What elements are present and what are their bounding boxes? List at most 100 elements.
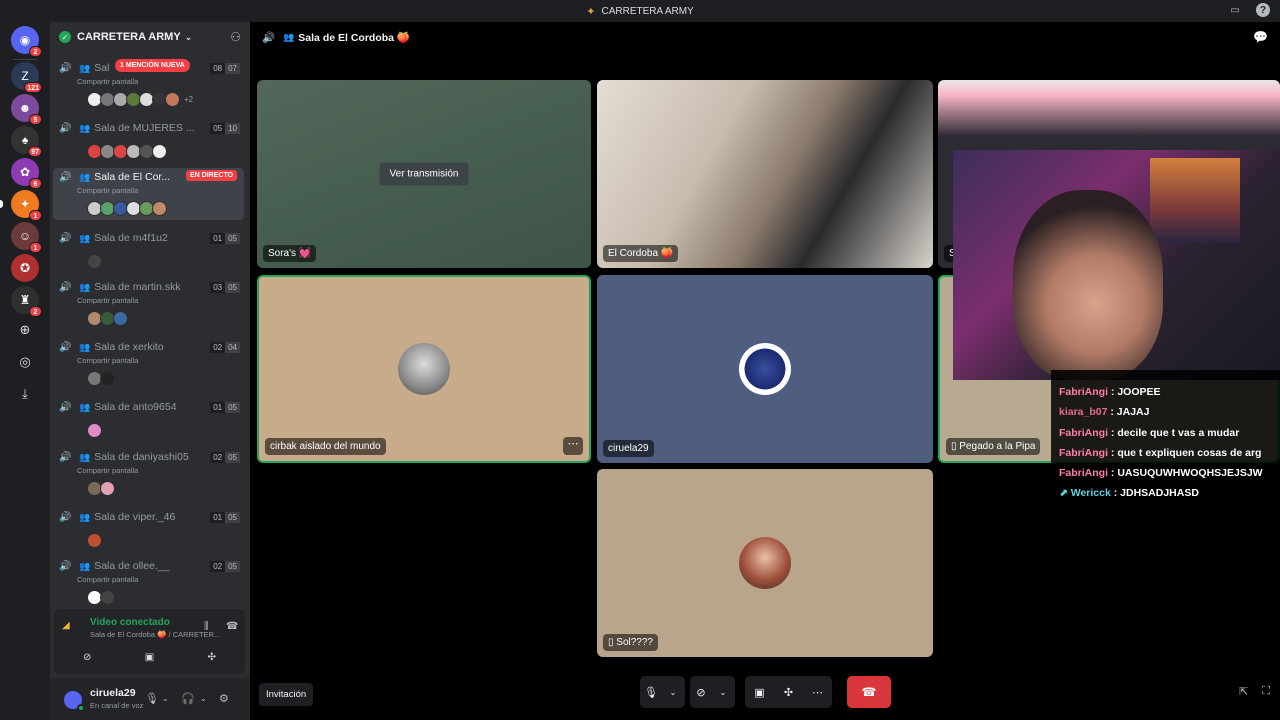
discover-icon[interactable]: ◎: [13, 350, 37, 374]
webcam-overlay: [953, 150, 1280, 380]
speaker-icon: 🔊: [59, 451, 72, 463]
chat-message: kiara_b07 : JAJAJ: [1059, 406, 1150, 419]
call-controls: Invitación 🎙 ⌄ ⊘ ⌄ ▣ ✣ ⋯ ☎ ⇱ ⛶: [250, 672, 1280, 720]
share-screen-icon[interactable]: ▣: [745, 686, 774, 699]
server-icon-active[interactable]: ✦ 1: [0, 190, 42, 221]
popout-icon[interactable]: ⇱: [1239, 685, 1248, 698]
gear-icon[interactable]: ⚙: [219, 692, 229, 705]
speaker-icon: 🔊: [59, 122, 72, 134]
voice-channel[interactable]: 🔊 👥 Sala de m4f1u2 01 05: [53, 229, 244, 269]
voice-tile[interactable]: ciruela29: [597, 275, 933, 463]
speaker-icon: 🔊: [59, 281, 72, 293]
people-icon: 👥: [79, 341, 91, 352]
speaker-icon: 🔊: [59, 401, 72, 413]
voice-status[interactable]: Video conectado: [90, 617, 170, 628]
server-icon[interactable]: ♠ 97: [11, 126, 42, 157]
download-icon[interactable]: ⤓: [13, 382, 37, 406]
username[interactable]: ciruela29: [90, 687, 136, 699]
camera-off-icon[interactable]: ⊘: [690, 686, 712, 699]
mic-control[interactable]: 🎙 ⌄: [640, 676, 685, 708]
voice-channel[interactable]: 🔊 👥 Sala de MUJERES ... 05 10: [53, 119, 244, 159]
server-icon[interactable]: ♜ 2: [11, 286, 42, 317]
hang-up-button[interactable]: ☎: [847, 676, 891, 708]
chevron-down-icon[interactable]: ⌄: [662, 688, 684, 697]
verified-icon: ✓: [59, 31, 71, 43]
microphone-icon[interactable]: 🎙: [640, 686, 662, 699]
camera-off-button[interactable]: ⊘: [58, 647, 116, 667]
chat-icon[interactable]: 💬: [1253, 30, 1268, 44]
channel-name: Sala de viper._46: [94, 511, 176, 523]
voice-channel[interactable]: 🔊 👥 Sala de anto9654 01 05: [53, 398, 244, 438]
tile-label: ciruela29: [603, 440, 654, 457]
chevron-down-icon: ⌄: [184, 31, 193, 42]
title-bar: ✦ CARRETERA ARMY ▭ ?: [0, 0, 1280, 22]
avatar: [152, 200, 167, 216]
invite-button[interactable]: Invitación: [259, 683, 314, 706]
user-count: 03 05: [210, 281, 240, 293]
chevron-down-icon[interactable]: ⌄: [200, 694, 207, 703]
server-rail: ◉ 2 Z 121 ☻ 5 ♠ 97 ✿ 6 ✦ 1 ☺ 1 ✪ ♜ 2 ⊕ ◎ ⤓: [0, 22, 50, 720]
avatar: [113, 310, 128, 326]
server-icon[interactable]: ✪: [11, 254, 39, 282]
share-screen-button[interactable]: ▣: [120, 647, 178, 667]
voice-channel[interactable]: 🔊 👥 Sala de ollee.__ 02 05 Compartir pantall…: [53, 557, 244, 605]
avatar: [87, 532, 102, 548]
voice-channel[interactable]: 🔊 👥 Sala de viper._46 01 05: [53, 508, 244, 548]
camera-control[interactable]: ⊘ ⌄: [690, 676, 735, 708]
activities-button[interactable]: ✣: [183, 647, 241, 667]
server-icon[interactable]: Z 121: [11, 62, 42, 93]
disconnect-icon[interactable]: ☎: [226, 621, 238, 632]
chevron-down-icon[interactable]: ⌄: [162, 694, 169, 703]
voice-channel[interactable]: 🔊 👥 Sala de xerkito 02 04 Compartir pantalla: [53, 338, 244, 386]
mention-badge: 2: [29, 46, 42, 57]
user-count: 01 05: [210, 511, 240, 523]
avatar: [100, 370, 115, 386]
server-header[interactable]: ✓ CARRETERA ARMY ⌄ ⚇: [50, 22, 250, 52]
headphones-icon[interactable]: 🎧: [181, 692, 195, 705]
server-icon[interactable]: ☻ 5: [11, 94, 42, 125]
fullscreen-icon[interactable]: ⛶: [1262, 685, 1270, 698]
add-friend-icon[interactable]: ⚇: [230, 30, 241, 44]
channel-name: Sala de MUJERES ...: [94, 122, 195, 134]
more-options-icon[interactable]: ⋯: [563, 437, 583, 455]
mention-badge: 97: [28, 146, 42, 157]
avatar: [87, 253, 102, 269]
voice-connection-panel: ◢ Video conectado Sala de El Cordoba 🍑 /…: [54, 609, 245, 674]
help-icon[interactable]: ?: [1256, 3, 1270, 17]
video-tile[interactable]: El Cordoba 🍑: [597, 80, 933, 268]
stage-header: 🔊 👥 Sala de El Cordoba 🍑 💬: [250, 22, 1280, 52]
direct-messages-icon[interactable]: ◉ 2: [11, 26, 42, 57]
voice-channel-selected[interactable]: 🔊 👥 Sala de El Cor... EN DIRECTO Compartir…: [53, 168, 244, 220]
speaker-icon: 🔊: [59, 232, 72, 244]
member-avatars: [53, 532, 244, 548]
chat-message: FabriAngi : decile que t vas a mudar: [1059, 426, 1240, 439]
user-count: 02 05: [210, 560, 240, 572]
member-avatars: [53, 200, 244, 216]
server-icon[interactable]: ✿ 6: [11, 158, 42, 189]
voice-location[interactable]: Sala de El Cordoba 🍑 / CARRETER...: [90, 630, 220, 639]
voice-tile[interactable]: cirbak aislado del mundo ⋯: [257, 275, 591, 463]
avatar: [165, 91, 180, 107]
chevron-down-icon[interactable]: ⌄: [712, 688, 734, 697]
voice-channel[interactable]: 🔊 👥 Sala de daniyashi05 02 05 Compartir pant…: [53, 448, 244, 496]
watch-stream-button[interactable]: Ver transmisión: [379, 162, 469, 186]
microphone-icon[interactable]: 🎙: [145, 692, 159, 705]
voice-tile[interactable]: ▯ Sol????: [597, 469, 933, 657]
inbox-icon[interactable]: ▭: [1228, 3, 1242, 17]
activities-icon[interactable]: ✣: [774, 686, 803, 699]
noise-suppression-icon[interactable]: ⫼: [204, 621, 209, 632]
signal-icon[interactable]: ◢: [62, 620, 70, 631]
voice-channel[interactable]: 🔊 👥 Sal 08 07 1 MENCIÓN NUEVA Compartir pant…: [53, 59, 244, 107]
more-icon[interactable]: ⋯: [803, 686, 832, 699]
server-icon[interactable]: ☺ 1: [11, 222, 42, 253]
member-avatars: [53, 422, 244, 438]
speaker-icon: 🔊: [59, 341, 72, 353]
member-avatars: [53, 310, 244, 326]
people-icon: 👥: [79, 511, 91, 522]
voice-channel[interactable]: 🔊 👥 Sala de martin.skk 03 05 Compartir panta…: [53, 278, 244, 326]
people-icon: 👥: [79, 171, 91, 182]
stream-tile[interactable]: Ver transmisión Sora's 💓: [257, 80, 591, 268]
speaker-icon: 🔊: [59, 560, 72, 572]
add-server-icon[interactable]: ⊕: [13, 318, 37, 342]
avatar: [398, 343, 450, 395]
